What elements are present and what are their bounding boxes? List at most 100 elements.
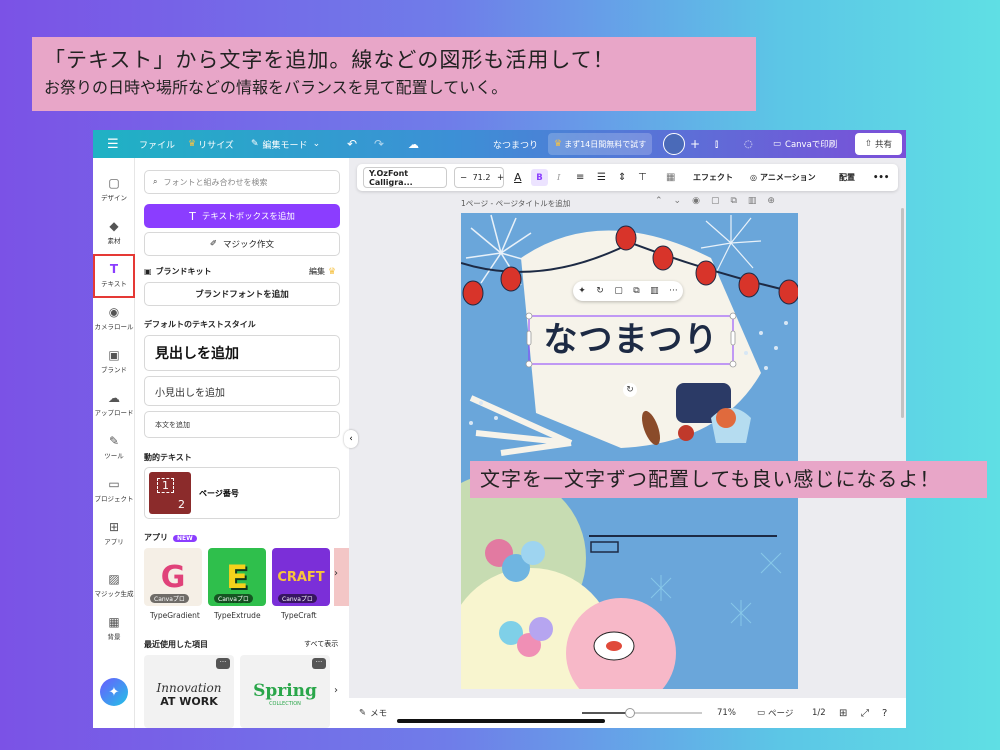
show-all-link[interactable]: すべて表示	[304, 639, 338, 649]
animation-button[interactable]: ◎ アニメーション	[750, 164, 816, 191]
add-collaborator-icon[interactable]: +	[690, 130, 700, 158]
share-button[interactable]: ⇧ 共有	[855, 133, 902, 155]
document-title[interactable]: なつまつり	[493, 130, 538, 158]
chevron-right-icon[interactable]: ›	[334, 685, 338, 696]
vertical-scrollbar[interactable]	[901, 208, 904, 418]
insights-icon[interactable]: ⫾	[715, 130, 718, 158]
transparency-icon[interactable]: ▦	[666, 164, 675, 191]
add-body-text-button[interactable]: 本文を追加	[144, 411, 340, 438]
rail-item-background[interactable]: ▦ 背景	[93, 609, 135, 649]
add-brand-font-button[interactable]: ブランドフォントを追加	[144, 282, 340, 306]
page-number-card[interactable]: 12 ページ番号	[144, 467, 340, 519]
duplicate-icon[interactable]: ⧉	[633, 286, 639, 296]
duplicate-icon[interactable]: ⧉	[730, 196, 747, 206]
trash-icon[interactable]: ▥	[748, 196, 768, 206]
rail-item-apps[interactable]: ⊞ アプリ	[93, 514, 135, 554]
brand-kit-label: ブランドキット	[155, 267, 212, 276]
page-number-glyph-1: 1	[157, 478, 174, 493]
grid-view-icon[interactable]: ⊞	[839, 698, 847, 728]
zoom-level[interactable]: 71%	[717, 698, 736, 728]
canvas-area: Y.OzFont Calligra... − 71.2 + A B I ≡ ☰ …	[349, 158, 906, 728]
spacing-icon[interactable]: ⇕	[618, 164, 626, 191]
resize-button[interactable]: ♛ リサイズ	[188, 130, 234, 158]
notes-label: メモ	[370, 709, 388, 719]
add-heading-button[interactable]: 見出しを追加	[144, 335, 340, 371]
rail-item-elements[interactable]: ◆ 素材	[93, 213, 135, 253]
bold-icon[interactable]: B	[531, 169, 548, 186]
more-options-icon[interactable]: ···	[312, 658, 326, 669]
more-icon[interactable]: ···	[669, 286, 678, 296]
help-icon[interactable]: ?	[882, 698, 887, 728]
bottom-bar: ✎ メモ 71% ▭ ページ 1/2 ⊞ ⤢ ?	[349, 698, 906, 728]
home-indicator	[397, 719, 605, 723]
design-page[interactable]: なつまつり ✦ ↻ ▢ ⧉ ▥ ··· ↻	[461, 213, 798, 689]
recent-template-innovation[interactable]: Innovation AT WORK ···	[144, 655, 234, 728]
effects-button[interactable]: エフェクト	[693, 164, 733, 191]
vertical-text-icon[interactable]: ⊤	[638, 164, 647, 191]
recent-template-spring[interactable]: Spring COLLECTION ···	[240, 655, 330, 728]
template-line-2: COLLECTION	[269, 701, 301, 707]
text-color-icon[interactable]: A	[514, 164, 522, 191]
page-title-label[interactable]: 1ページ - ページタイトルを追加	[461, 198, 570, 209]
zoom-slider[interactable]	[582, 698, 702, 728]
page-count[interactable]: 1/2	[812, 698, 826, 728]
rail-item-tools[interactable]: ✎ ツール	[93, 428, 135, 468]
rail-item-camera-roll[interactable]: ◉ カメラロール	[93, 299, 135, 339]
fullscreen-icon[interactable]: ⤢	[861, 698, 869, 728]
font-size-decrease[interactable]: −	[460, 164, 467, 191]
lock-icon[interactable]: ▢	[614, 286, 623, 296]
cloud-save-icon[interactable]: ☁	[408, 130, 419, 158]
crown-icon: ♛	[328, 267, 337, 277]
chevron-up-icon[interactable]: ⌃	[655, 196, 674, 206]
elements-icon: ◆	[109, 219, 119, 233]
magic-assistant-icon[interactable]: ✦	[100, 678, 128, 706]
trial-button[interactable]: ♛ まず14日間無料で試す	[548, 133, 653, 155]
rail-item-magic-media[interactable]: ▨ マジック生成	[93, 566, 135, 606]
chevron-down-icon[interactable]: ⌄	[674, 196, 693, 206]
font-size-increase[interactable]: +	[497, 164, 504, 191]
italic-icon[interactable]: I	[557, 164, 560, 191]
more-options-icon[interactable]: ···	[216, 658, 230, 669]
app-tile-typeextrude[interactable]: E Canvaプロ	[208, 548, 266, 606]
magic-write-button[interactable]: ✐ マジック作文	[144, 232, 340, 256]
lock-icon[interactable]: ▢	[711, 196, 731, 206]
design-title-text[interactable]: なつまつり	[531, 317, 731, 363]
zoom-slider-thumb[interactable]	[625, 708, 635, 718]
file-menu[interactable]: ファイル	[139, 130, 175, 158]
brand-edit-link[interactable]: 編集 ♛	[309, 266, 338, 277]
chevron-right-icon[interactable]: ›	[334, 568, 338, 579]
font-size-value[interactable]: 71.2	[469, 164, 494, 191]
undo-icon[interactable]: ↶	[347, 130, 357, 158]
avatar[interactable]	[663, 133, 685, 155]
redo-icon[interactable]: ↷	[374, 130, 384, 158]
add-subheading-button[interactable]: 小見出しを追加	[144, 376, 340, 406]
rail-item-brand[interactable]: ▣ ブランド	[93, 342, 135, 382]
print-button[interactable]: ▭ Canvaで印刷	[773, 130, 837, 158]
app-name: TypeExtrude	[214, 611, 261, 620]
rotate-handle-icon[interactable]: ↻	[623, 383, 637, 397]
app-tile-typecraft[interactable]: CRAFT Canvaプロ	[272, 548, 330, 606]
magic-edit-icon[interactable]: ✦	[578, 286, 586, 296]
rail-item-design[interactable]: ▢ デザイン	[93, 170, 135, 210]
rotate-icon[interactable]: ↻	[596, 286, 604, 296]
eye-icon[interactable]: ◉	[692, 196, 711, 206]
rail-item-upload[interactable]: ☁ アップロード	[93, 385, 135, 425]
edit-mode-dropdown[interactable]: ✎ 編集モード ⌄	[251, 130, 320, 158]
app-tile-typegradient[interactable]: G Canvaプロ	[144, 548, 202, 606]
add-page-icon[interactable]: ⊕	[767, 196, 786, 206]
more-icon[interactable]: •••	[873, 164, 889, 191]
list-icon[interactable]: ☰	[597, 164, 606, 191]
rail-item-projects[interactable]: ▭ プロジェクト	[93, 471, 135, 511]
menu-icon[interactable]: ☰	[107, 130, 119, 158]
notes-button[interactable]: ✎ メモ	[359, 698, 387, 728]
pages-button[interactable]: ▭ ページ	[757, 698, 793, 728]
rail-label: プロジェクト	[94, 495, 134, 503]
comment-icon[interactable]: ◌	[744, 130, 753, 158]
trash-icon[interactable]: ▥	[650, 286, 659, 296]
align-icon[interactable]: ≡	[576, 164, 584, 191]
font-family-dropdown[interactable]: Y.OzFont Calligra...	[363, 167, 447, 188]
arrange-button[interactable]: 配置	[839, 164, 855, 191]
add-textbox-button[interactable]: T テキストボックスを追加	[144, 204, 340, 228]
font-search-input[interactable]: ⌕ フォントと組み合わせを検索	[144, 170, 340, 194]
collapse-panel-handle[interactable]: ‹	[344, 430, 358, 448]
